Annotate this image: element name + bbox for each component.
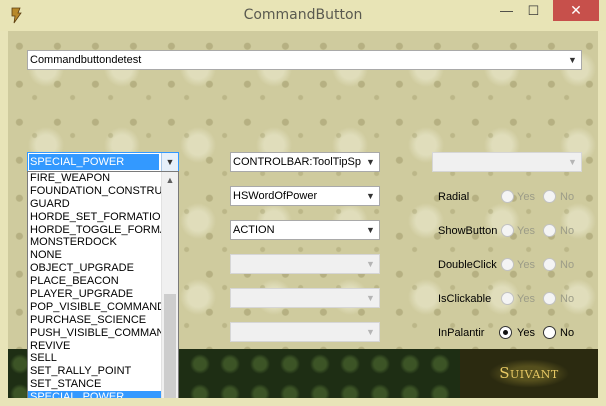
chevron-down-icon[interactable]: ▼ — [161, 153, 178, 171]
dropdown-option[interactable]: PUSH_VISIBLE_COMMAN — [28, 327, 162, 340]
chevron-down-icon[interactable]: ▼ — [362, 153, 379, 171]
radial-label: Radial — [438, 191, 470, 203]
special-power-value: HSWordOfPower — [233, 190, 318, 202]
isclickable-yes-radio[interactable] — [501, 292, 514, 305]
right-combo-value — [435, 153, 563, 171]
dropdown-option[interactable]: NONE — [28, 249, 162, 262]
dropdown-option[interactable]: REVIVE — [28, 340, 162, 353]
minimize-button[interactable]: — — [493, 0, 520, 21]
doubleclick-no-label: No — [560, 259, 575, 271]
close-button[interactable]: ✕ — [553, 0, 599, 21]
showbutton-yes-radio[interactable] — [501, 224, 514, 237]
options-combo[interactable]: ACTION ▼ — [230, 220, 380, 240]
radial-yes-label: Yes — [517, 191, 535, 203]
chevron-down-icon: ▼ — [568, 157, 577, 167]
inpalantir-no-label: No — [560, 327, 575, 339]
showbutton-no-radio[interactable] — [543, 224, 556, 237]
disabled-combo-2-value — [233, 289, 361, 307]
radial-no-radio[interactable] — [543, 190, 556, 203]
dropdown-option[interactable]: GUARD — [28, 198, 162, 211]
tooltip-label-value: CONTROLBAR:ToolTipSpe — [233, 156, 361, 168]
dropdown-option[interactable]: POP_VISIBLE_COMMAND — [28, 301, 162, 314]
disabled-combo-3-value — [233, 323, 361, 341]
dropdown-option[interactable]: OBJECT_UPGRADE — [28, 262, 162, 275]
command-type-value: SPECIAL_POWER — [29, 154, 159, 170]
scrollbar-thumb[interactable] — [164, 294, 176, 398]
dropdown-option[interactable]: HORDE_TOGGLE_FORMA — [28, 224, 162, 237]
isclickable-no-radio[interactable] — [543, 292, 556, 305]
disabled-combo-1-value — [233, 255, 361, 273]
command-type-combo[interactable]: SPECIAL_POWER ▼ — [27, 152, 179, 172]
options-value: ACTION — [233, 224, 275, 236]
doubleclick-yes-label: Yes — [517, 259, 535, 271]
showbutton-label: ShowButton — [438, 225, 498, 237]
chevron-down-icon: ▼ — [366, 327, 375, 337]
dropdown-option[interactable]: SPECIAL_POWER — [28, 391, 162, 398]
chevron-down-icon[interactable]: ▼ — [362, 187, 379, 205]
radial-no-label: No — [560, 191, 575, 203]
dropdown-option[interactable]: PURCHASE_SCIENCE — [28, 314, 162, 327]
commandbutton-name-value: Commandbuttondetest — [30, 54, 142, 66]
chevron-down-icon: ▼ — [366, 259, 375, 269]
dropdown-option[interactable]: SET_RALLY_POINT — [28, 365, 162, 378]
dropdown-scrollbar[interactable]: ▲ — [161, 172, 178, 398]
dropdown-option[interactable]: PLACE_BEACON — [28, 275, 162, 288]
dropdown-option[interactable]: MONSTERDOCK — [28, 236, 162, 249]
dropdown-option[interactable]: SET_STANCE — [28, 378, 162, 391]
chevron-down-icon[interactable]: ▼ — [362, 221, 379, 239]
doubleclick-no-radio[interactable] — [543, 258, 556, 271]
command-type-dropdown-list[interactable]: FIRE_WEAPON FOUNDATION_CONSTRU GUARD HORDE_… — [27, 171, 179, 398]
chevron-up-icon[interactable]: ▲ — [162, 172, 178, 189]
isclickable-label: IsClickable — [438, 293, 492, 305]
dropdown-option[interactable]: PLAYER_UPGRADE — [28, 288, 162, 301]
disabled-combo-1: ▼ — [230, 254, 380, 274]
inpalantir-yes-radio[interactable] — [499, 326, 512, 339]
dropdown-option[interactable]: HORDE_SET_FORMATIO — [28, 211, 162, 224]
maximize-button[interactable]: ☐ — [520, 0, 547, 21]
next-button[interactable]: Suivant — [460, 349, 598, 398]
disabled-combo-2: ▼ — [230, 288, 380, 308]
dropdown-option[interactable]: FIRE_WEAPON — [28, 172, 162, 185]
right-combo: ▼ — [432, 152, 582, 172]
dropdown-option[interactable]: SELL — [28, 352, 162, 365]
isclickable-yes-label: Yes — [517, 293, 535, 305]
inpalantir-label: InPalantir — [438, 327, 485, 339]
special-power-combo[interactable]: HSWordOfPower ▼ — [230, 186, 380, 206]
inpalantir-no-radio[interactable] — [543, 326, 556, 339]
isclickable-no-label: No — [560, 293, 575, 305]
tooltip-label-combo[interactable]: CONTROLBAR:ToolTipSpe ▼ — [230, 152, 380, 172]
doubleclick-yes-radio[interactable] — [501, 258, 514, 271]
chevron-down-icon[interactable]: ▼ — [564, 51, 581, 69]
doubleclick-label: DoubleClick — [438, 259, 497, 271]
radial-yes-radio[interactable] — [501, 190, 514, 203]
showbutton-yes-label: Yes — [517, 225, 535, 237]
disabled-combo-3: ▼ — [230, 322, 380, 342]
chevron-down-icon: ▼ — [366, 293, 375, 303]
showbutton-no-label: No — [560, 225, 575, 237]
commandbutton-name-combo[interactable]: Commandbuttondetest ▼ — [27, 50, 582, 70]
title-bar: CommandButton — ☐ ✕ — [0, 0, 606, 31]
inpalantir-yes-label: Yes — [517, 327, 535, 339]
dropdown-option[interactable]: FOUNDATION_CONSTRU — [28, 185, 162, 198]
form-body: Commandbuttondetest ▼ SPECIAL_POWER ▼ FI… — [8, 31, 598, 398]
